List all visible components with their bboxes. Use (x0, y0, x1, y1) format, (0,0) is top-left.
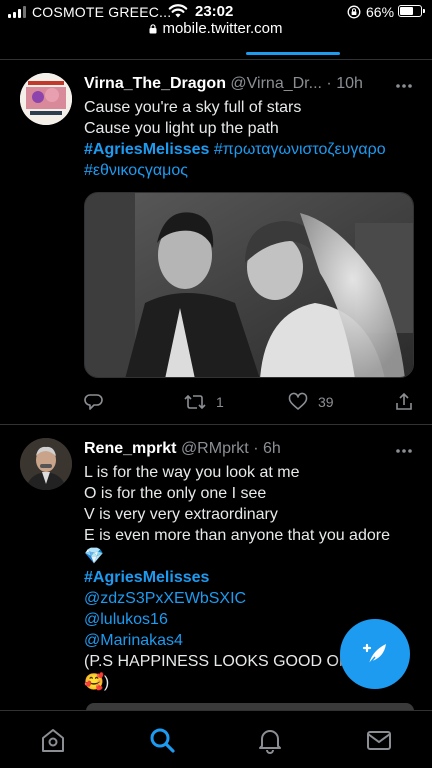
hashtag-link[interactable]: #εθνικοςγαμος (84, 162, 188, 179)
active-tab-indicator (246, 52, 340, 55)
hashtag-link[interactable]: #πρωταγωνιστοζευγαρο (214, 141, 386, 158)
closing-parenthesis: ) (103, 674, 110, 691)
tweet-header: Rene_mprkt @RMprkt · 6h (84, 440, 281, 457)
smiling-hearts-emoji: 🥰 (84, 674, 104, 691)
like-count: 39 (318, 394, 334, 410)
retweet-icon (184, 394, 206, 410)
more-options-icon[interactable] (394, 445, 414, 457)
mention-link[interactable]: @zdzS3PxXEWbSXIC (84, 590, 246, 607)
mention-link[interactable]: @Marinakas4 (84, 632, 183, 649)
orientation-lock-icon (347, 5, 361, 19)
url-text: mobile.twitter.com (162, 20, 283, 37)
tweet-text: Cause you're a sky full of stars Cause y… (84, 97, 386, 181)
search-icon[interactable] (147, 725, 177, 755)
display-name[interactable]: Rene_mprkt (84, 440, 176, 457)
signal-icon (8, 6, 26, 18)
battery-percentage: 66% (366, 4, 395, 20)
tweet-line: V is very very extraordinary (84, 506, 278, 523)
more-options-icon[interactable] (394, 80, 414, 92)
notifications-icon[interactable] (255, 725, 285, 755)
retweet-count: 1 (216, 394, 224, 410)
tweet-photo[interactable] (84, 192, 414, 378)
tweet-line: L is for the way you look at me (84, 464, 300, 481)
wedding-photo-image (85, 193, 413, 377)
wifi-icon (168, 4, 188, 18)
retweet-button[interactable]: 1 (184, 392, 224, 412)
share-button[interactable] (394, 392, 414, 412)
display-name[interactable]: Virna_The_Dragon (84, 75, 226, 92)
tweet-line: Cause you're a sky full of stars (84, 99, 302, 116)
avatar[interactable] (20, 438, 72, 490)
clock: 23:02 (195, 3, 234, 20)
tweet-line: E is even more than anyone that you ador… (84, 527, 390, 544)
tweet[interactable]: Virna_The_Dragon @Virna_Dr... · 10h Caus… (0, 60, 432, 425)
tweet-time[interactable]: 6h (263, 440, 281, 457)
tweet-line: O is for the only one I see (84, 485, 267, 502)
reply-button[interactable] (84, 392, 104, 412)
diamond-emoji: 💎 (84, 548, 104, 565)
messages-icon[interactable] (364, 725, 394, 755)
tweet-actions: 1 39 (84, 392, 414, 414)
hashtag-link[interactable]: #AgriesMelisses (84, 569, 209, 586)
bottom-navigation (0, 710, 432, 768)
like-button[interactable]: 39 (288, 392, 334, 412)
user-handle[interactable]: @RMprkt (181, 440, 249, 457)
compose-tweet-button[interactable] (340, 619, 410, 689)
address-bar[interactable]: mobile.twitter.com (0, 20, 432, 40)
home-icon[interactable] (38, 725, 68, 755)
like-icon (288, 392, 308, 410)
tweet-line: Cause you light up the path (84, 120, 279, 137)
mention-link[interactable]: @lulukos16 (84, 611, 168, 628)
tweet-header: Virna_The_Dragon @Virna_Dr... · 10h (84, 75, 363, 92)
avatar-image (20, 438, 72, 490)
reply-icon (84, 394, 103, 410)
compose-icon (362, 643, 386, 665)
avatar-image (20, 73, 72, 125)
lock-icon (149, 24, 157, 34)
share-icon (396, 392, 412, 410)
avatar[interactable] (20, 73, 72, 125)
hashtag-link[interactable]: #AgriesMelisses (84, 141, 209, 158)
tweet-time[interactable]: 10h (336, 75, 363, 92)
carrier-name: COSMOTE GREEC... (32, 4, 172, 20)
user-handle[interactable]: @Virna_Dr... (230, 75, 322, 92)
battery-icon (398, 5, 425, 17)
